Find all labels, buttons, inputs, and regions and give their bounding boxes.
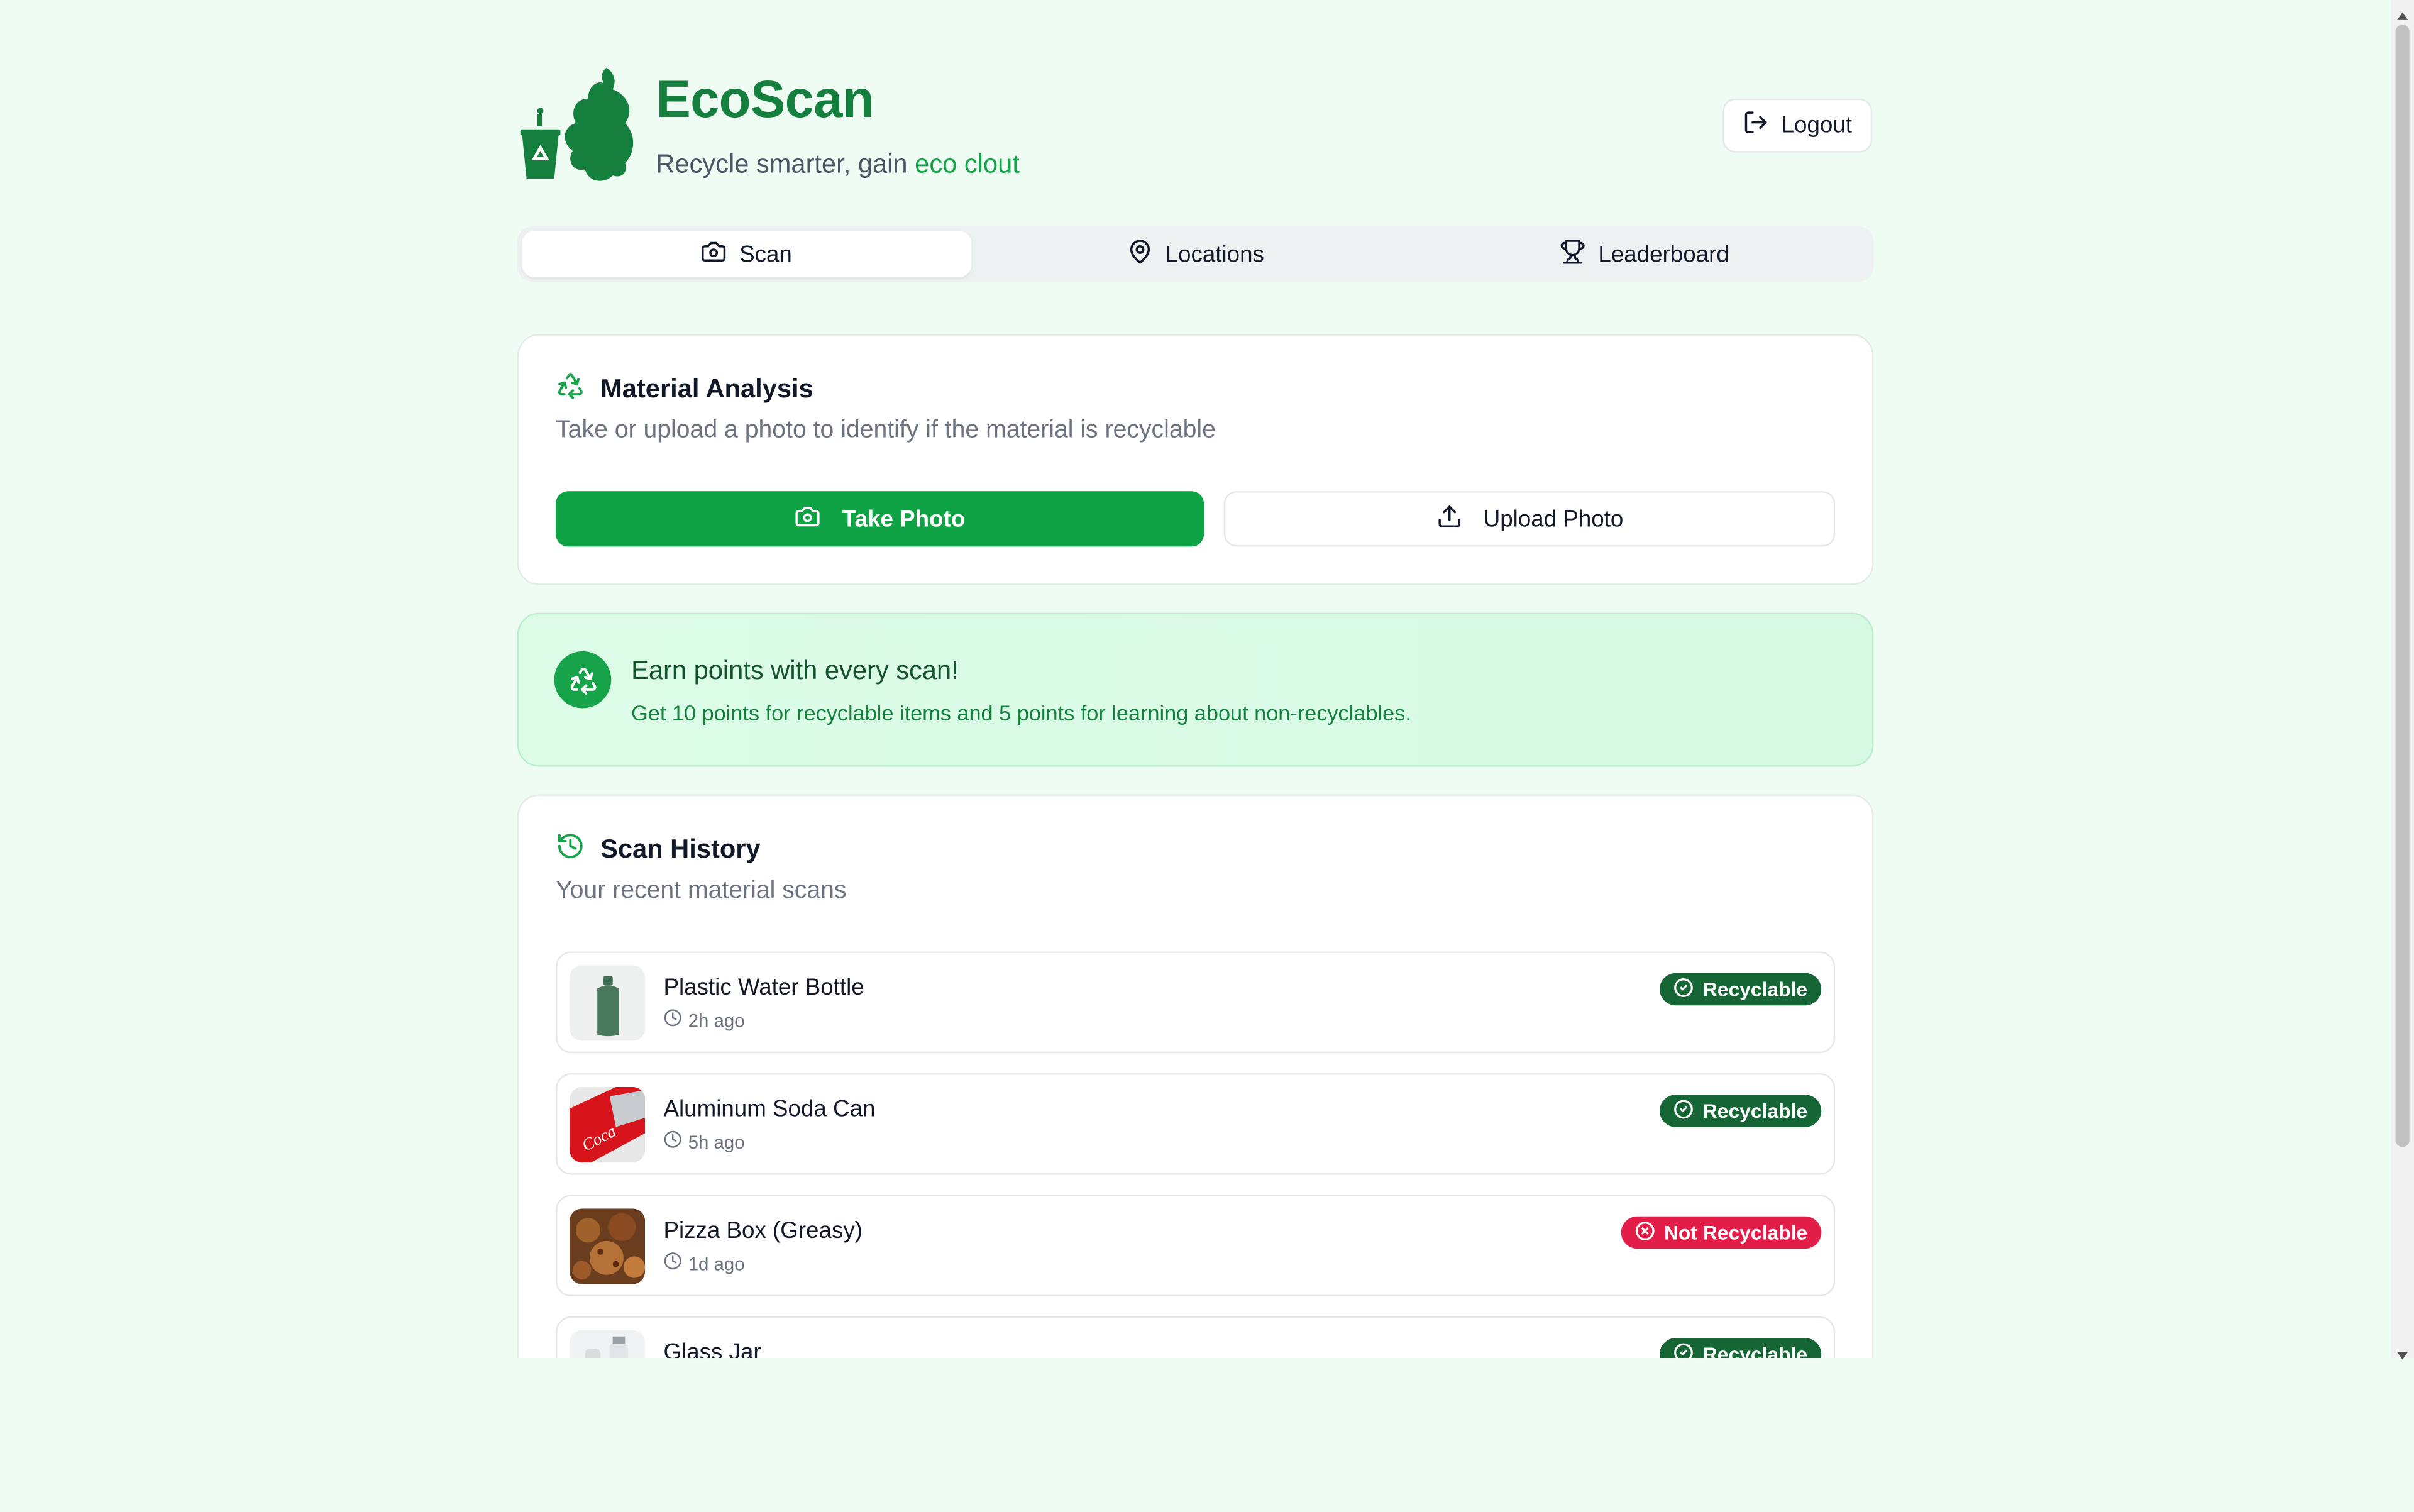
tagline: Recycle smarter, gain eco clout — [656, 148, 1020, 182]
status-badge-label: Recyclable — [1702, 978, 1808, 1001]
take-photo-button[interactable]: Take Photo — [556, 491, 1204, 547]
tab-scan-label: Scan — [739, 241, 792, 267]
material-analysis-description: Take or upload a photo to identify if th… — [556, 417, 1216, 444]
points-promo-banner — [517, 612, 1874, 767]
history-icon — [556, 831, 585, 868]
logout-icon — [1743, 109, 1769, 141]
scan-history-description: Your recent material scans — [556, 877, 847, 904]
item-time-text: 1d ago — [688, 1252, 745, 1274]
item-time-text: 2h ago — [688, 1009, 745, 1031]
app-title: EcoScan — [656, 70, 874, 130]
check-circle-icon — [1673, 1098, 1694, 1123]
scrollbar-thumb[interactable] — [2395, 25, 2410, 1147]
scan-history-title: Scan History — [600, 834, 761, 864]
history-row-pizza-box[interactable]: Pizza Box (Greasy) 1d ago Not Recyclable — [556, 1195, 1836, 1297]
recycle-icon — [556, 371, 585, 408]
tagline-text: Recycle smarter, gain — [656, 149, 915, 179]
promo-text: Get 10 points for recyclable items and 5… — [631, 700, 1411, 726]
check-circle-icon — [1673, 977, 1694, 1002]
pizza-box-thumbnail — [570, 1208, 646, 1284]
soda-can-thumbnail: Coca — [570, 1086, 646, 1162]
map-pin-icon — [1127, 238, 1153, 270]
trophy-icon — [1560, 238, 1586, 270]
logout-button[interactable]: Logout — [1722, 98, 1872, 153]
tab-locations-label: Locations — [1165, 241, 1264, 267]
ecoscan-logo-icon — [517, 62, 641, 185]
status-badge: Recyclable — [1660, 973, 1822, 1006]
clock-icon — [664, 1008, 682, 1032]
material-analysis-title: Material Analysis — [600, 374, 813, 404]
camera-icon — [795, 503, 821, 535]
history-row-plastic-water-bottle[interactable]: Plastic Water Bottle 2h ago Recyclable — [556, 951, 1836, 1054]
item-name: Aluminum Soda Can — [663, 1096, 876, 1123]
status-badge-label: Recyclable — [1702, 1099, 1808, 1123]
promo-title: Earn points with every scan! — [631, 656, 959, 685]
x-circle-icon — [1634, 1220, 1655, 1245]
item-time: 1d ago — [664, 1252, 745, 1275]
upload-photo-label: Upload Photo — [1483, 505, 1624, 533]
tab-scan[interactable]: Scan — [522, 231, 971, 277]
tagline-accent: eco clout — [915, 149, 1020, 179]
item-time-text: 5h ago — [688, 1130, 745, 1153]
take-photo-label: Take Photo — [842, 505, 966, 533]
scan-history-heading: Scan History — [556, 831, 761, 868]
status-badge: Not Recyclable — [1621, 1216, 1822, 1249]
tab-leaderboard-label: Leaderboard — [1598, 241, 1729, 267]
logout-label: Logout — [1781, 112, 1852, 139]
recycle-badge-icon — [554, 651, 612, 709]
scroll-down-arrow-icon[interactable] — [2396, 1341, 2410, 1360]
upload-icon — [1436, 503, 1462, 535]
clock-icon — [664, 1252, 682, 1275]
tab-locations[interactable]: Locations — [971, 231, 1420, 277]
clock-icon — [664, 1130, 682, 1154]
item-name: Plastic Water Bottle — [663, 974, 864, 1001]
scroll-up-arrow-icon[interactable] — [2396, 3, 2410, 20]
main-tabs: Scan Locations Leaderboard — [517, 226, 1874, 282]
status-badge-label: Not Recyclable — [1663, 1221, 1808, 1244]
item-time: 2h ago — [664, 1008, 745, 1032]
history-row-aluminum-soda-can[interactable]: Coca Aluminum Soda Can 5h ago Recyclable — [556, 1073, 1836, 1175]
item-name: Pizza Box (Greasy) — [663, 1218, 863, 1244]
plastic-bottle-thumbnail — [570, 965, 646, 1041]
camera-icon — [701, 238, 727, 270]
upload-photo-button[interactable]: Upload Photo — [1223, 491, 1836, 547]
status-badge: Recyclable — [1660, 1095, 1822, 1127]
item-time: 5h ago — [664, 1130, 745, 1154]
tab-leaderboard[interactable]: Leaderboard — [1420, 231, 1869, 277]
viewport-edge — [0, 1358, 2414, 1512]
material-analysis-heading: Material Analysis — [556, 371, 813, 408]
